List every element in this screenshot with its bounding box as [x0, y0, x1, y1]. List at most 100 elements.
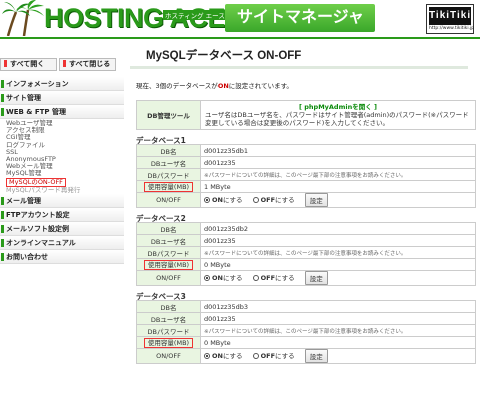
db-password-note: ※パスワードについての詳細は、このページ最下部の注意事項をお読みください。: [200, 246, 476, 259]
sidebar-item-mail-software[interactable]: メールソフト設定例: [0, 221, 124, 236]
db-user-value: d001zz35: [200, 312, 476, 325]
usage-label-cell: 使用容量(MB): [136, 180, 201, 193]
sidebar-item-ftp-account[interactable]: FTPアカウント設定: [0, 207, 124, 222]
table-row: ON/OFF ONにする OFFにする 設定: [136, 348, 476, 364]
on-option-suffix: にする: [222, 352, 243, 360]
database-title: データベース1: [136, 136, 186, 145]
on-option-prefix: ON: [212, 352, 223, 360]
site-manager-banner: サイトマネージャー: [225, 4, 375, 54]
sidebar-subitem-mysql-password[interactable]: MySQLパスワード再発行: [6, 186, 124, 194]
logo-subtitle: ホスティング エース: [163, 10, 227, 20]
usage-label-cell: 使用容量(MB): [136, 336, 201, 349]
sidebar-subnav: Webユーザ管理 アクセス制限 CGI管理 ログファイル SSL Anonymo…: [0, 119, 124, 194]
off-option-prefix: OFF: [260, 352, 276, 360]
on-option[interactable]: ONにする: [204, 196, 243, 204]
table-row: DBパスワード ※パスワードについての詳細は、このページ最下部の注意事項をお読みく…: [136, 168, 476, 181]
on-option-suffix: にする: [222, 196, 243, 204]
db-name-label: DB名: [136, 300, 201, 313]
intro-on: ON: [217, 82, 229, 90]
table-row: 使用容量(MB) 0 MByte: [136, 336, 476, 349]
phpmyadmin-link[interactable]: [ phpMyAdminを開く ]: [205, 103, 471, 111]
brand-logo[interactable]: TikiTiki http://www.tikitiki.jp: [426, 4, 474, 34]
off-option-prefix: OFF: [260, 196, 276, 204]
expand-all-button[interactable]: すべて開く: [0, 58, 57, 71]
onoff-label: ON/OFF: [136, 270, 201, 286]
table-row: DBユーザ名 d001zz35: [136, 312, 476, 325]
off-radio[interactable]: [252, 197, 259, 203]
off-option-suffix: にする: [275, 196, 295, 204]
database-title: データベース3: [136, 292, 186, 301]
table-row: DB名 d001zz35db3: [136, 300, 476, 313]
db-user-value: d001zz35: [200, 234, 476, 247]
set-button[interactable]: 設定: [304, 193, 328, 207]
database-table: DB名 d001zz35db3 DBユーザ名 d001zz35 DBパスワード ※パス…: [136, 300, 476, 364]
db-tool-cell: [ phpMyAdminを開く ] ユーザ名はDBユーザ名を、パスワードはサイト…: [200, 100, 476, 130]
on-radio[interactable]: [204, 275, 210, 281]
database-section: データベース2 DB名 d001zz35db2 DBユーザ名 d001zz35 DB…: [136, 213, 476, 286]
off-option[interactable]: OFFにする: [252, 196, 295, 204]
database-section: データベース1 DB名 d001zz35db1 DBユーザ名 d001zz35 DB…: [136, 135, 476, 208]
db-user-value: d001zz35: [200, 156, 476, 169]
db-tool-label: DB管理ツール: [136, 100, 201, 130]
off-option[interactable]: OFFにする: [252, 274, 295, 282]
intro-text: 現在、3個のデータベースがONに設定されています。: [136, 80, 476, 90]
sidebar-item-contact[interactable]: お問い合わせ: [0, 249, 124, 264]
off-option[interactable]: OFFにする: [252, 352, 295, 360]
palm-tree-icon: [2, 0, 44, 36]
on-radio[interactable]: [204, 353, 210, 359]
table-row: 使用容量(MB) 1 MByte: [136, 180, 476, 193]
header-divider: [0, 37, 480, 39]
marker-icon: [63, 60, 66, 67]
db-user-label: DBユーザ名: [136, 312, 201, 325]
db-password-note: ※パスワードについての詳細は、このページ最下部の注意事項をお読みください。: [200, 168, 476, 181]
table-row: DB名 d001zz35db1: [136, 144, 476, 157]
db-name-value: d001zz35db3: [200, 300, 476, 313]
expand-all-label: すべて開く: [10, 60, 45, 68]
onoff-label: ON/OFF: [136, 348, 201, 364]
database-section: データベース3 DB名 d001zz35db3 DBユーザ名 d001zz35 DB…: [136, 291, 476, 364]
onoff-controls: ONにする OFFにする 設定: [200, 348, 476, 364]
sidebar-item-web-ftp[interactable]: WEB & FTP 管理: [0, 105, 124, 119]
database-title: データベース2: [136, 214, 186, 223]
sidebar-subitem-logfile[interactable]: ログファイル: [6, 141, 124, 149]
on-option-prefix: ON: [212, 274, 223, 282]
db-name-value: d001zz35db2: [200, 222, 476, 235]
sidebar-nav: インフォメーション サイト管理 WEB & FTP 管理 Webユーザ管理 アク…: [0, 77, 124, 264]
db-user-label: DBユーザ名: [136, 156, 201, 169]
set-button[interactable]: 設定: [304, 349, 328, 363]
collapse-all-button[interactable]: すべて閉じる: [59, 58, 116, 71]
onoff-label: ON/OFF: [136, 192, 201, 208]
onoff-controls: ONにする OFFにする 設定: [200, 192, 476, 208]
off-option-suffix: にする: [275, 274, 295, 282]
onoff-controls: ONにする OFFにする 設定: [200, 270, 476, 286]
sidebar-item-mail[interactable]: メール管理: [0, 193, 124, 208]
table-row: DBパスワード ※パスワードについての詳細は、このページ最下部の注意事項をお読みく…: [136, 324, 476, 337]
on-radio[interactable]: [204, 197, 210, 203]
usage-label: 使用容量(MB): [143, 259, 194, 270]
sidebar: すべて開く すべて閉じる インフォメーション サイト管理 WEB & FTP 管…: [0, 58, 124, 264]
off-radio[interactable]: [252, 353, 259, 359]
database-table: DB名 d001zz35db1 DBユーザ名 d001zz35 DBパスワード ※パス…: [136, 144, 476, 208]
db-name-value: d001zz35db1: [200, 144, 476, 157]
db-tool-table: DB管理ツール [ phpMyAdminを開く ] ユーザ名はDBユーザ名を、パ…: [136, 100, 476, 130]
table-row: DB名 d001zz35db2: [136, 222, 476, 235]
header: HOSTING ACE ホスティング エース サイトマネージャー TikiTik…: [0, 0, 480, 54]
usage-value: 1 MByte: [200, 180, 476, 193]
off-radio[interactable]: [252, 275, 259, 281]
usage-label: 使用容量(MB): [143, 181, 194, 192]
sidebar-item-manual[interactable]: オンラインマニュアル: [0, 235, 124, 250]
usage-label-cell: 使用容量(MB): [136, 258, 201, 271]
on-option[interactable]: ONにする: [204, 274, 243, 282]
off-option-prefix: OFF: [260, 274, 276, 282]
db-password-label: DBパスワード: [136, 324, 201, 337]
sidebar-toggle-group: すべて開く すべて閉じる: [0, 58, 124, 71]
marker-icon: [4, 60, 7, 67]
on-option[interactable]: ONにする: [204, 352, 243, 360]
sidebar-subitem-mysql[interactable]: MySQL管理: [6, 170, 124, 177]
sidebar-item-site-management[interactable]: サイト管理: [0, 91, 124, 105]
sidebar-item-information[interactable]: インフォメーション: [0, 77, 124, 91]
collapse-all-label: すべて閉じる: [69, 60, 111, 68]
intro-suffix: に設定されています。: [228, 82, 293, 90]
on-option-prefix: ON: [212, 196, 223, 204]
set-button[interactable]: 設定: [304, 271, 328, 285]
